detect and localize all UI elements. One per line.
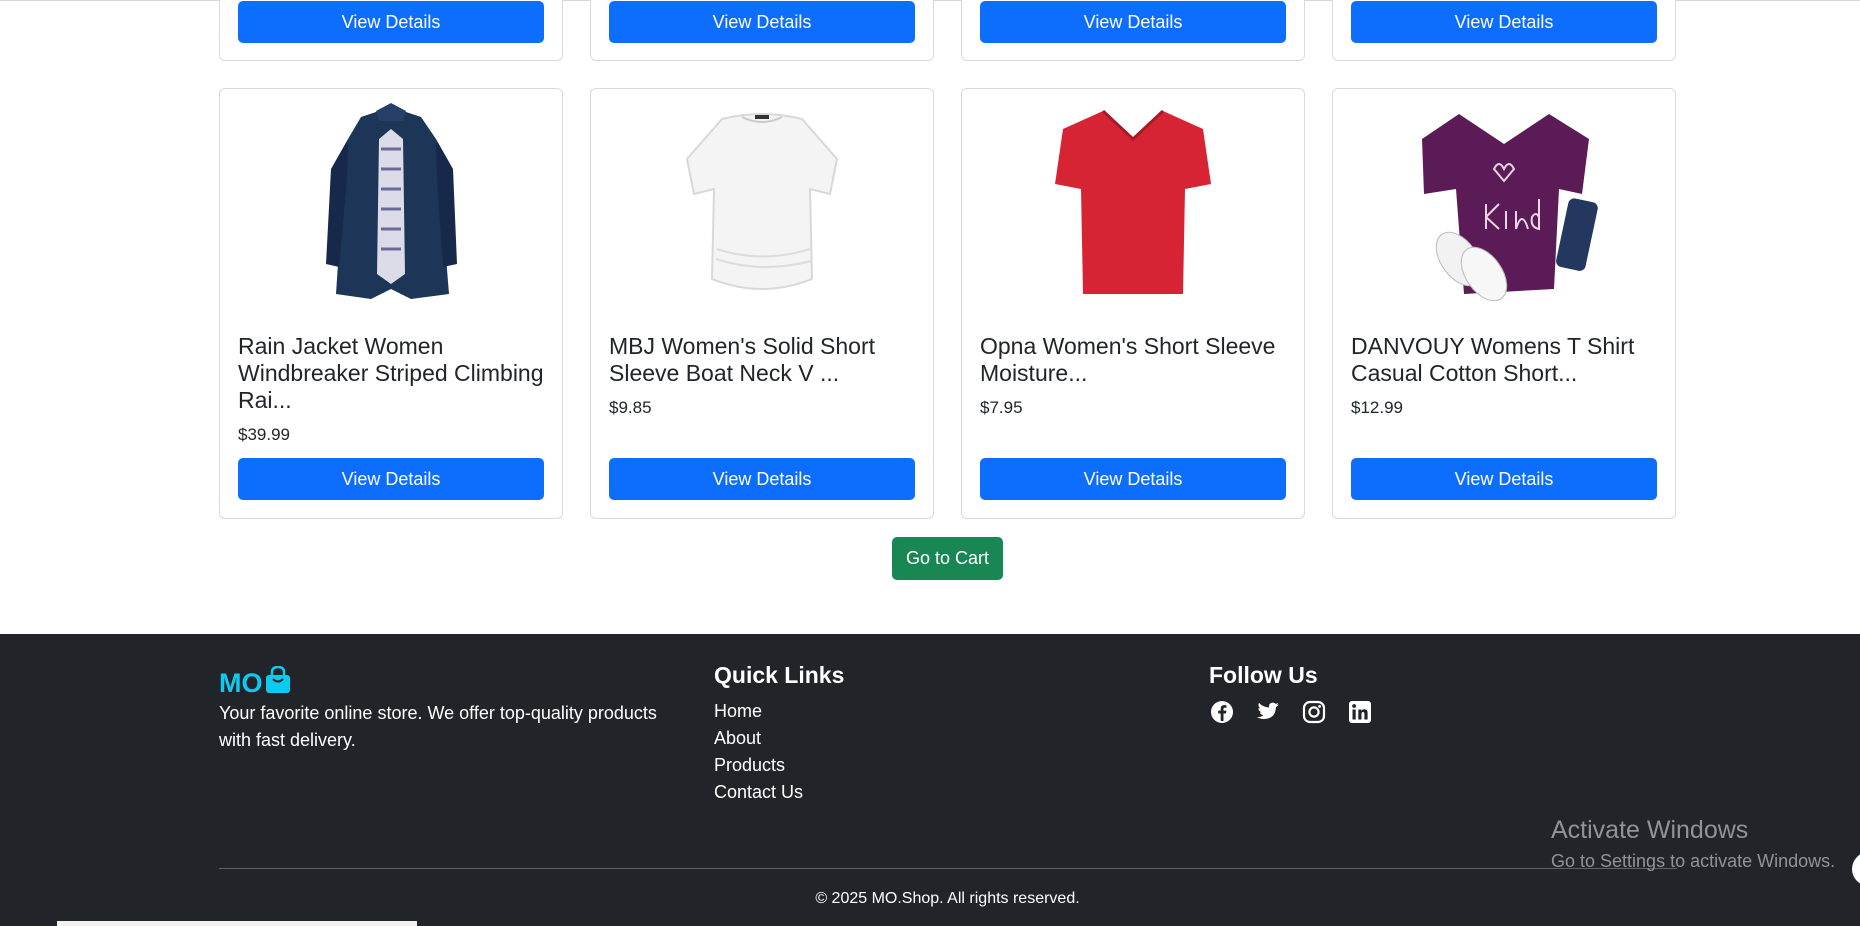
view-details-button[interactable]: View Details	[609, 1, 915, 43]
product-price: $7.95	[980, 398, 1023, 417]
product-price: $39.99	[238, 425, 290, 444]
footer-link-about[interactable]: About	[714, 725, 803, 752]
product-card: View Details	[961, 0, 1305, 61]
facebook-icon[interactable]	[1209, 699, 1235, 725]
product-card: View Details	[219, 0, 563, 61]
quick-links-heading: Quick Links	[714, 662, 845, 688]
footer-link-products[interactable]: Products	[714, 752, 803, 779]
brand-name: MO	[219, 668, 263, 698]
navy-rain-jacket-image	[326, 103, 457, 299]
footer-about-text: Your favorite online store. We offer top…	[219, 703, 657, 750]
social-links	[1209, 699, 1373, 725]
watermark-subtitle: Go to Settings to activate Windows.	[1551, 851, 1836, 871]
white-boat-neck-tee-image	[685, 113, 839, 290]
product-card: Rain Jacket Women Windbreaker Striped Cl…	[219, 88, 563, 519]
product-image[interactable]	[962, 99, 1304, 304]
product-title[interactable]: Rain Jacket Women Windbreaker Striped Cl…	[238, 333, 548, 414]
footer-link-home[interactable]: Home	[714, 698, 803, 725]
product-card: MBJ Women's Solid Short Sleeve Boat Neck…	[590, 88, 934, 519]
shopping-bag-icon	[265, 665, 291, 701]
view-details-button[interactable]: View Details	[238, 458, 544, 500]
product-title[interactable]: MBJ Women's Solid Short Sleeve Boat Neck…	[609, 333, 919, 387]
view-details-button[interactable]: View Details	[980, 1, 1286, 43]
view-details-button[interactable]: View Details	[1351, 458, 1657, 500]
footer-link-contact[interactable]: Contact Us	[714, 779, 803, 806]
product-price: $9.85	[609, 398, 652, 417]
twitter-icon[interactable]	[1255, 699, 1281, 725]
quick-links-list: Home About Products Contact Us	[714, 698, 803, 806]
instagram-icon[interactable]	[1301, 699, 1327, 725]
site-footer: MO Your favorite online store. We offer …	[0, 634, 1860, 926]
product-grid: Rain Jacket Women Windbreaker Striped Cl…	[219, 88, 1677, 519]
product-grid-top-row: View Details View Details View Details V…	[219, 0, 1677, 61]
taskbar-edge	[57, 921, 417, 926]
windows-activation-watermark: Activate Windows Go to Settings to activ…	[1551, 816, 1835, 872]
product-card: Opna Women's Short Sleeve Moisture... $7…	[961, 88, 1305, 519]
footer-divider	[219, 868, 1677, 869]
footer-brand[interactable]: MO	[219, 665, 291, 701]
linkedin-icon[interactable]	[1347, 699, 1373, 725]
watermark-title: Activate Windows	[1551, 816, 1749, 844]
view-details-button[interactable]: View Details	[980, 458, 1286, 500]
product-image[interactable]	[220, 99, 562, 304]
copyright-text: © 2025 MO.Shop. All rights reserved.	[815, 890, 1080, 907]
go-to-cart-button[interactable]: Go to Cart	[892, 537, 1003, 580]
product-title[interactable]: Opna Women's Short Sleeve Moisture...	[980, 333, 1290, 387]
view-details-button[interactable]: View Details	[1351, 1, 1657, 43]
purple-be-kind-tee-image	[1422, 114, 1598, 302]
product-card: View Details	[1332, 0, 1676, 61]
product-image[interactable]	[591, 99, 933, 304]
follow-us-heading: Follow Us	[1209, 662, 1318, 688]
product-price: $12.99	[1351, 398, 1403, 417]
product-card: View Details	[590, 0, 934, 61]
product-title[interactable]: DANVOUY Womens T Shirt Casual Cotton Sho…	[1351, 333, 1661, 387]
red-v-neck-tee-image	[1055, 109, 1211, 294]
product-card: DANVOUY Womens T Shirt Casual Cotton Sho…	[1332, 88, 1676, 519]
product-image[interactable]	[1333, 99, 1675, 304]
view-details-button[interactable]: View Details	[609, 458, 915, 500]
view-details-button[interactable]: View Details	[238, 1, 544, 43]
